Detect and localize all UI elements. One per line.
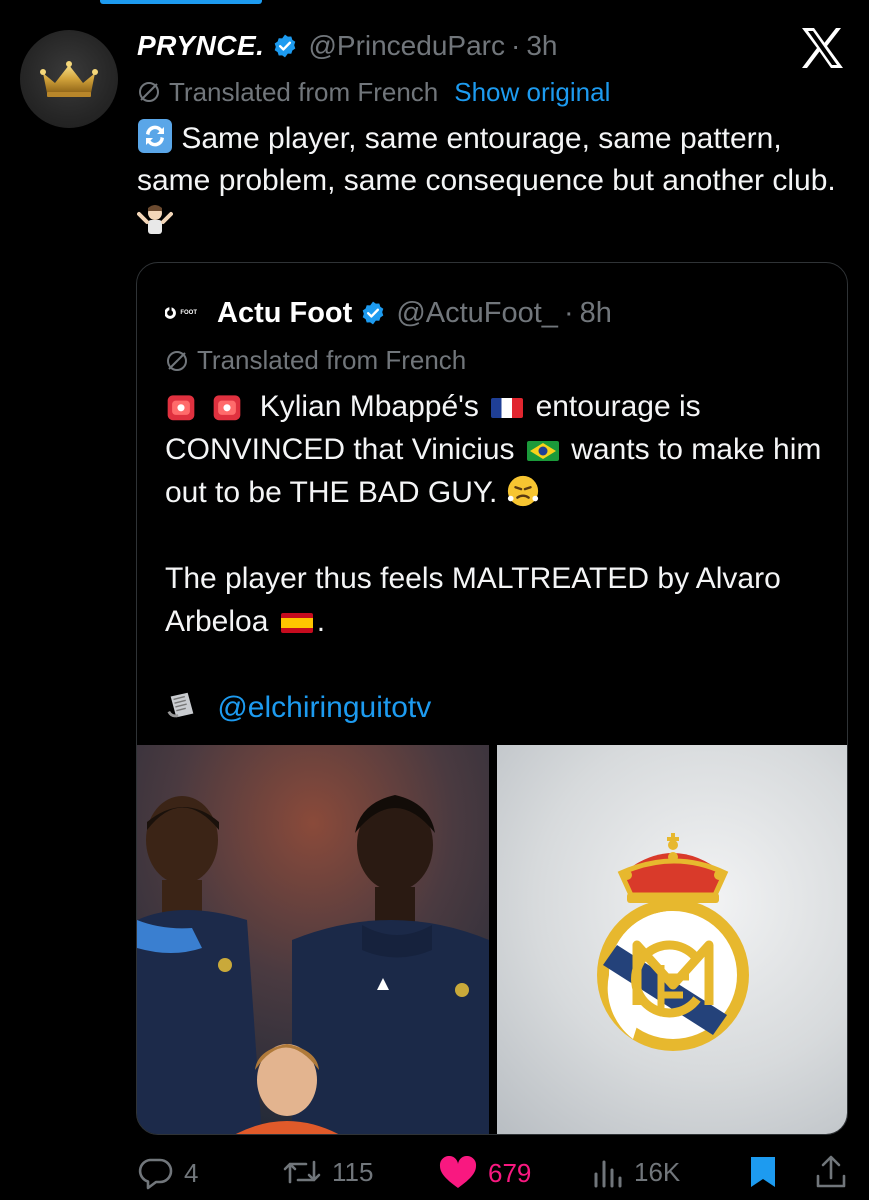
retweet-count: 115 — [332, 1156, 374, 1187]
real-madrid-crest-icon — [597, 833, 749, 1051]
share-button[interactable] — [814, 1154, 858, 1190]
quoted-translated-label: Translated from French — [197, 345, 467, 375]
quoted-paragraph-1: Kylian Mbappé's entourage is CONVINCED t… — [165, 385, 835, 514]
separator: · — [510, 30, 521, 61]
mention-link[interactable]: @elchiringuitotv — [217, 691, 431, 724]
translate-globe-icon — [165, 349, 189, 373]
quoted-text-1a: Kylian Mbappé's — [259, 390, 479, 423]
crown-icon — [40, 61, 98, 97]
newspaper-emoji-icon — [167, 692, 194, 718]
retweet-icon — [283, 1160, 321, 1184]
verified-badge-icon — [360, 300, 386, 326]
tweet-header: PRYNCE. @PrinceduParc · 3h — [137, 26, 789, 66]
quoted-media — [137, 745, 847, 1134]
avatar[interactable] — [20, 30, 118, 128]
quoted-translation-row: Translated from French — [165, 345, 466, 376]
translate-globe-icon — [137, 80, 161, 104]
shrug-emoji-icon — [137, 205, 173, 234]
quoted-paragraph-3: @elchiringuitotv — [165, 686, 835, 729]
verified-badge-icon — [272, 33, 298, 59]
quoted-header: FOOT Actu Foot @ActuFoot_ · 8h — [165, 293, 612, 333]
tweet-body: Same player, same entourage, same patter… — [137, 122, 836, 197]
x-logo-icon[interactable] — [798, 26, 846, 70]
translation-row: Translated from French Show original — [137, 74, 610, 110]
france-flag-icon — [491, 398, 524, 418]
angry-face-emoji-icon — [507, 475, 538, 507]
quoted-text-2a: The player thus feels MALTREATED by Alva… — [165, 562, 781, 638]
real-madrid-crest-image[interactable] — [497, 745, 847, 1134]
siren-emoji-icon — [167, 395, 195, 421]
like-icon — [439, 1156, 477, 1188]
translated-label: Translated from French — [169, 76, 439, 107]
views-icon — [594, 1160, 622, 1188]
action-bar: 4 115 679 16K — [136, 1148, 848, 1196]
quoted-display-name[interactable]: Actu Foot — [217, 297, 352, 330]
reply-count: 4 — [184, 1157, 199, 1188]
quoted-paragraph-2: The player thus feels MALTREATED by Alva… — [165, 557, 835, 643]
quoted-handle[interactable]: @ActuFoot_ — [396, 297, 558, 330]
tab-indicator — [100, 0, 262, 4]
quoted-text-2b: . — [316, 605, 326, 638]
like-count: 679 — [488, 1157, 532, 1188]
timestamp[interactable]: 3h — [526, 30, 557, 62]
players-photo-illustration — [137, 745, 489, 1134]
actu-foot-logo-text: FOOT — [180, 310, 197, 316]
like-button[interactable]: 679 — [438, 1156, 531, 1190]
reply-button[interactable]: 4 — [136, 1156, 198, 1190]
bookmark-icon — [751, 1157, 775, 1187]
bookmark-button[interactable] — [748, 1154, 788, 1190]
spain-flag-icon — [280, 613, 313, 633]
repeat-emoji-icon — [138, 119, 172, 153]
actu-foot-logo-icon: FOOT — [165, 303, 197, 323]
views-button[interactable]: 16K — [592, 1156, 680, 1188]
separator: · — [563, 296, 574, 329]
brazil-flag-icon — [526, 441, 559, 461]
show-original-link[interactable]: Show original — [454, 77, 610, 108]
handle[interactable]: @PrinceduParc — [308, 30, 505, 62]
quoted-timestamp[interactable]: 8h — [580, 297, 612, 330]
views-count: 16K — [634, 1156, 681, 1187]
reply-icon — [138, 1158, 173, 1190]
players-photo[interactable] — [137, 745, 489, 1134]
retweet-button[interactable]: 115 — [282, 1156, 373, 1188]
tweet-text: Same player, same entourage, same patter… — [137, 118, 847, 244]
quoted-tweet[interactable]: FOOT Actu Foot @ActuFoot_ · 8h Translate… — [136, 262, 848, 1135]
share-icon — [816, 1155, 846, 1188]
quoted-body: Kylian Mbappé's entourage is CONVINCED t… — [165, 385, 835, 729]
siren-emoji-icon — [214, 395, 241, 421]
display-name[interactable]: PRYNCE. — [137, 30, 264, 62]
